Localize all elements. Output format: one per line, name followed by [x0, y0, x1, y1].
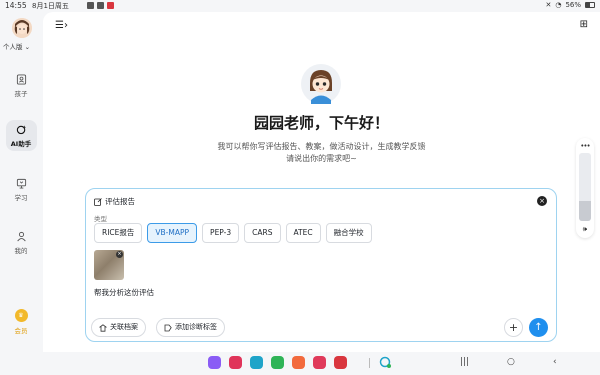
wifi-icon: ◔ [555, 1, 562, 9]
type-chip-group: RICE报告 VB-MAPP PEP-3 CARS ATEC 融合学校 [94, 223, 372, 243]
volume-panel: ••• 🕪 [576, 138, 594, 238]
type-chip[interactable]: RICE报告 [94, 223, 143, 243]
sidebar-item-label: 学习 [14, 194, 28, 202]
learning-icon [16, 178, 26, 189]
link-profile-button[interactable]: 关联档案 [91, 318, 146, 337]
type-chip-selected[interactable]: VB-MAPP [147, 223, 198, 243]
greeting-subtitle: 我可以帮你写评估报告、教案，做活动设计，生成教学反馈 请说出你的需求吧~ [43, 141, 600, 165]
sidebar-item-label: 我的 [14, 247, 28, 255]
profile-link-icon [99, 323, 107, 332]
more-icon[interactable]: ••• [576, 142, 594, 150]
greeting-title: 园园老师，下午好！ [253, 114, 389, 132]
type-chip[interactable]: CARS [244, 223, 281, 243]
sidebar-item-ai-assistant[interactable]: AI助手 [0, 120, 42, 151]
app-icon[interactable] [334, 356, 347, 369]
status-bar: 14:55 8月1日周五 ✕ ◔ 56% [0, 0, 600, 12]
crown-icon: ♛ [14, 309, 28, 322]
app-notification-icon [107, 2, 114, 9]
app-dock [208, 356, 347, 369]
type-chip[interactable]: 融合学校 [325, 223, 372, 243]
gallery-notification-icon [87, 2, 94, 9]
mute-icon: ✕ [545, 1, 552, 9]
notification-icons [87, 2, 114, 9]
subtitle-line: 我可以帮你写评估报告、教案，做活动设计，生成教学反馈 [217, 142, 426, 151]
add-tag-label: 添加诊断标签 [175, 323, 217, 331]
sidebar-item-label: 孩子 [14, 90, 28, 98]
add-diagnosis-tag-button[interactable]: 添加诊断标签 [156, 318, 225, 337]
volume-icon[interactable]: 🕪 [576, 225, 594, 234]
new-chat-icon[interactable]: ⊞ [580, 19, 588, 30]
collapse-sidebar-icon[interactable]: ☰› [55, 20, 68, 31]
composer-mode-header: 评估报告 [94, 196, 135, 207]
volume-slider[interactable] [579, 153, 591, 221]
remove-attachment-icon[interactable]: × [116, 251, 123, 258]
sidebar-item-child[interactable]: 孩子 [0, 74, 42, 98]
app-icon[interactable] [208, 356, 221, 369]
recent-app-icon[interactable] [379, 356, 392, 369]
app-icon[interactable] [250, 356, 263, 369]
type-label: 类型 [94, 215, 107, 223]
child-profile-icon [16, 74, 26, 85]
navigation-bar: ||| ○ ‹ [0, 352, 600, 375]
status-date: 8月1日周五 [32, 2, 69, 10]
back-button[interactable]: ‹ [553, 357, 557, 367]
app-icon[interactable] [313, 356, 326, 369]
message-notification-icon [97, 2, 104, 9]
status-time: 14:55 [5, 1, 27, 10]
assistant-mascot [301, 64, 341, 104]
sidebar-item-learning[interactable]: 学习 [0, 178, 42, 202]
edition-label: 个人版 [3, 43, 23, 51]
sidebar-item-label: AI助手 [10, 140, 32, 148]
edition-selector[interactable]: 个人版 ⌄ [3, 41, 30, 51]
home-button[interactable]: ○ [507, 357, 515, 367]
prompt-input[interactable]: 帮我分析这份评估 [94, 287, 154, 298]
battery-icon [585, 2, 595, 8]
user-icon [16, 231, 26, 242]
sidebar: 个人版 ⌄ 孩子 AI助手 学习 我的 ♛ 会员 [0, 12, 42, 352]
ai-assistant-icon [16, 125, 26, 135]
type-chip[interactable]: PEP-3 [202, 223, 240, 243]
app-icon[interactable] [229, 356, 242, 369]
tag-icon [164, 324, 172, 331]
avatar[interactable] [12, 18, 32, 38]
subtitle-line: 请说出你的需求吧~ [286, 154, 357, 163]
app-icon[interactable] [292, 356, 305, 369]
close-icon[interactable]: × [537, 196, 547, 206]
app-icon[interactable] [271, 356, 284, 369]
avatar-image [12, 18, 32, 38]
link-profile-label: 关联档案 [110, 323, 138, 331]
vip-label: 会员 [14, 327, 28, 335]
add-attachment-button[interactable]: + [504, 318, 523, 337]
attached-image-thumbnail[interactable]: × [94, 250, 124, 280]
type-chip[interactable]: ATEC [285, 223, 321, 243]
recents-button[interactable]: ||| [460, 357, 469, 367]
sidebar-item-mine[interactable]: 我的 [0, 231, 42, 255]
volume-slider-fill [579, 200, 591, 221]
dock-divider [369, 358, 370, 368]
sidebar-item-vip[interactable]: ♛ 会员 [0, 309, 42, 335]
chevron-down-icon: ⌄ [22, 43, 31, 51]
composer-mode-title: 评估报告 [105, 197, 135, 206]
battery-percent: 56% [565, 1, 581, 9]
composer-card: 评估报告 × 类型 RICE报告 VB-MAPP PEP-3 CARS ATEC… [85, 188, 557, 342]
status-right: ✕ ◔ 56% [545, 1, 595, 9]
main-panel: ☰› ⊞ 园园老师，下午好！ 我可以帮你写评估报告、教案，做活动设计，生成教学反… [43, 12, 600, 352]
edit-document-icon [94, 197, 102, 206]
send-button[interactable]: ↑ [529, 318, 548, 337]
